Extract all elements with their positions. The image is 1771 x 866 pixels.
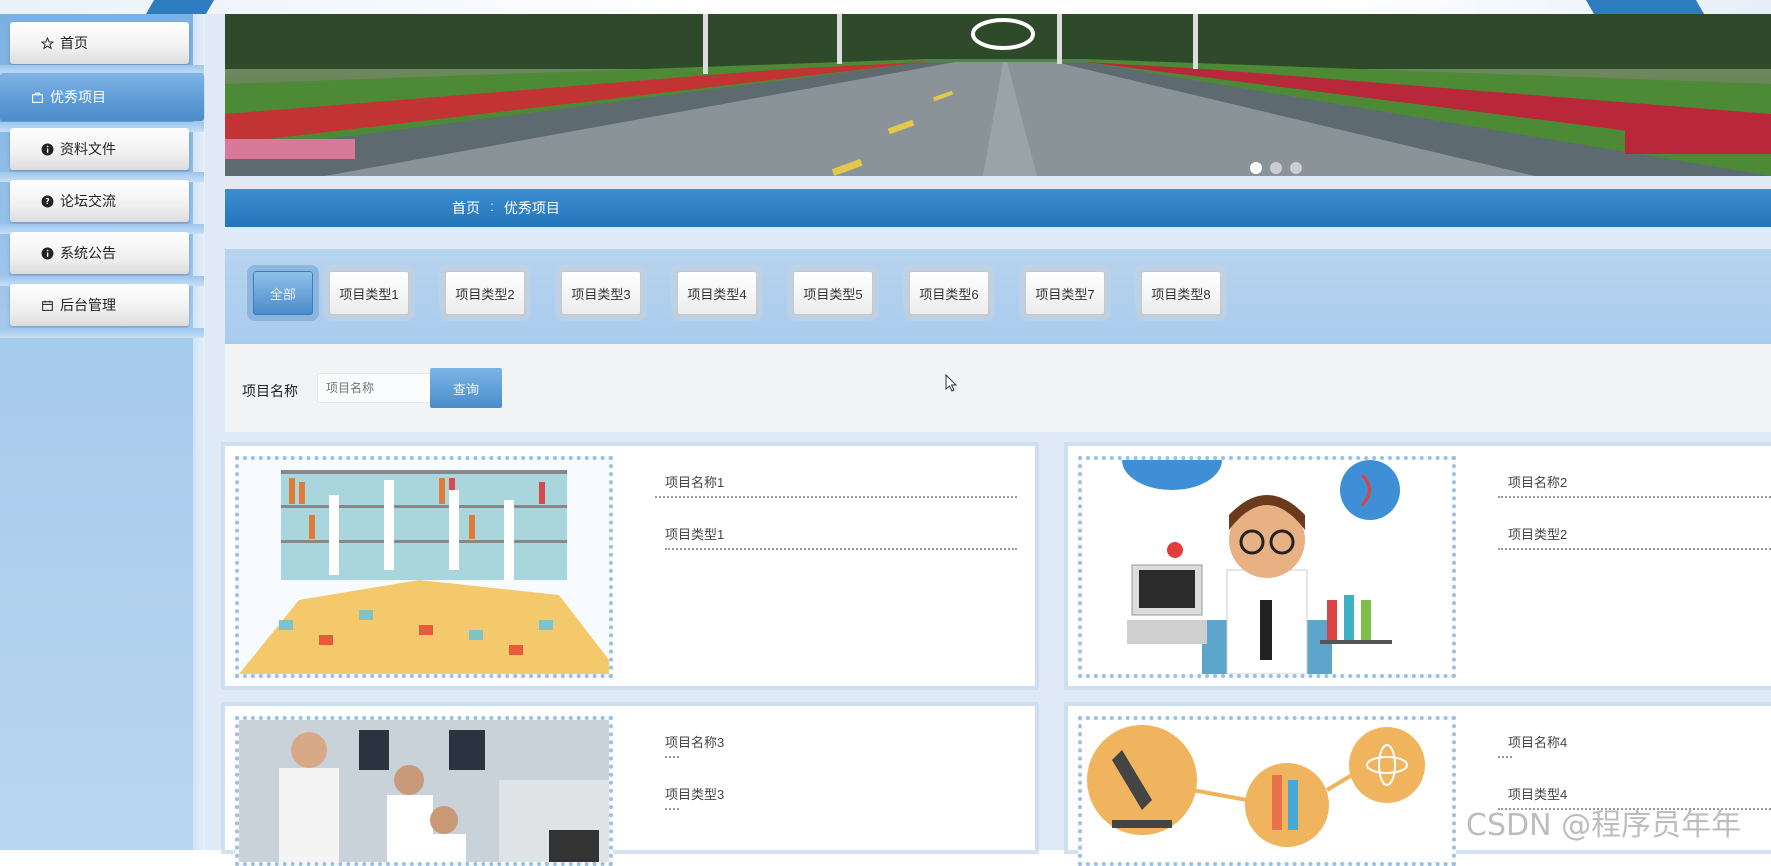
csdn-watermark: CSDN @程序员年年	[1466, 808, 1742, 843]
carousel-dot-3[interactable]	[1290, 162, 1302, 174]
project-type: 项目类型2	[1508, 527, 1568, 542]
sidebar-item-label: 系统公告	[60, 245, 116, 261]
sidebar-item-forum[interactable]: ? 论坛交流	[10, 180, 189, 222]
divider	[665, 756, 679, 758]
divider	[665, 548, 1017, 550]
project-card[interactable]: 项目名称3 项目类型3	[225, 706, 1035, 866]
sidebar: 首页 优秀项目 资料文件 ? 论坛交流 系统公告 后台管理	[0, 14, 205, 850]
project-thumbnail[interactable]	[1078, 456, 1456, 678]
main-content: 首页 : 优秀项目 全部 项目类型1 项目类型2 项目类型3 项目类型4 项目类…	[205, 14, 1771, 866]
search-label: 项目名称	[242, 383, 298, 399]
bag-icon	[30, 90, 44, 104]
breadcrumb-current: 优秀项目	[503, 200, 560, 216]
type-filter-bar: 全部 项目类型1 项目类型2 项目类型3 项目类型4 项目类型5 项目类型6 项…	[225, 249, 1771, 344]
filter-type-6-button[interactable]: 项目类型6	[909, 271, 989, 315]
sidebar-item-excellent-projects[interactable]: 优秀项目	[0, 73, 204, 121]
divider	[665, 808, 679, 810]
sidebar-item-admin[interactable]: 后台管理	[10, 284, 189, 326]
sidebar-rail	[193, 14, 205, 850]
divider	[1498, 548, 1771, 550]
project-thumbnail[interactable]	[1078, 716, 1456, 866]
question-icon: ?	[40, 194, 54, 208]
filter-type-7-button[interactable]: 项目类型7	[1025, 271, 1105, 315]
sidebar-item-label: 优秀项目	[50, 89, 106, 105]
project-type: 项目类型3	[665, 787, 725, 802]
sidebar-item-label: 资料文件	[60, 141, 116, 157]
project-name-search-input[interactable]	[317, 373, 437, 403]
breadcrumb-home[interactable]: 首页	[452, 198, 480, 218]
breadcrumb-separator: :	[490, 198, 494, 214]
filter-type-1-button[interactable]: 项目类型1	[329, 271, 409, 315]
filter-type-5-button[interactable]: 项目类型5	[793, 271, 873, 315]
calendar-icon	[40, 298, 54, 312]
project-name[interactable]: 项目名称1	[665, 472, 724, 491]
sidebar-separator	[0, 328, 204, 338]
project-type: 项目类型1	[665, 527, 725, 542]
sidebar-item-label: 首页	[60, 35, 88, 51]
lab-books-illustration	[239, 470, 609, 674]
sidebar-item-announcements[interactable]: 系统公告	[10, 232, 189, 274]
sidebar-item-label: 后台管理	[60, 297, 116, 313]
science-icons-illustration	[1082, 720, 1452, 862]
sidebar-item-documents[interactable]: 资料文件	[10, 128, 189, 170]
filter-all-button[interactable]: 全部	[253, 271, 313, 315]
top-strip	[0, 0, 1771, 14]
info-icon	[40, 246, 54, 260]
filter-type-3-button[interactable]: 项目类型3	[561, 271, 641, 315]
filter-type-4-button[interactable]: 项目类型4	[677, 271, 757, 315]
carousel-dot-1[interactable]	[1250, 162, 1262, 174]
info-icon	[40, 142, 54, 156]
project-name[interactable]: 项目名称2	[1508, 472, 1567, 491]
carousel-dot-2[interactable]	[1270, 162, 1282, 174]
banner-image	[225, 14, 1771, 176]
project-thumbnail[interactable]	[235, 456, 613, 678]
project-name[interactable]: 项目名称4	[1508, 732, 1567, 751]
divider	[655, 496, 1017, 498]
sidebar-item-home[interactable]: 首页	[10, 22, 189, 64]
filter-type-8-button[interactable]: 项目类型8	[1141, 271, 1221, 315]
scientist-illustration	[1082, 460, 1452, 674]
divider	[1498, 496, 1771, 498]
filter-type-2-button[interactable]: 项目类型2	[445, 271, 525, 315]
svg-text:?: ?	[45, 197, 49, 206]
sidebar-item-label: 论坛交流	[60, 193, 116, 209]
carousel-indicators	[1250, 162, 1302, 174]
project-card[interactable]: 项目名称2 项目类型2	[1068, 446, 1771, 686]
star-icon	[40, 36, 54, 50]
search-area: 项目名称 查询	[225, 344, 1771, 432]
top-decor-left	[145, 0, 215, 14]
divider	[1498, 756, 1512, 758]
project-name[interactable]: 项目名称3	[665, 732, 724, 751]
search-button[interactable]: 查询	[430, 368, 502, 408]
mouse-cursor-icon	[945, 374, 957, 392]
top-decor-right	[1585, 0, 1705, 14]
project-card[interactable]: 项目名称1 项目类型1	[225, 446, 1035, 686]
breadcrumb: 首页 : 优秀项目	[225, 189, 1771, 227]
banner-carousel[interactable]	[225, 14, 1771, 176]
project-thumbnail[interactable]	[235, 716, 613, 866]
lab-photo	[239, 720, 609, 862]
